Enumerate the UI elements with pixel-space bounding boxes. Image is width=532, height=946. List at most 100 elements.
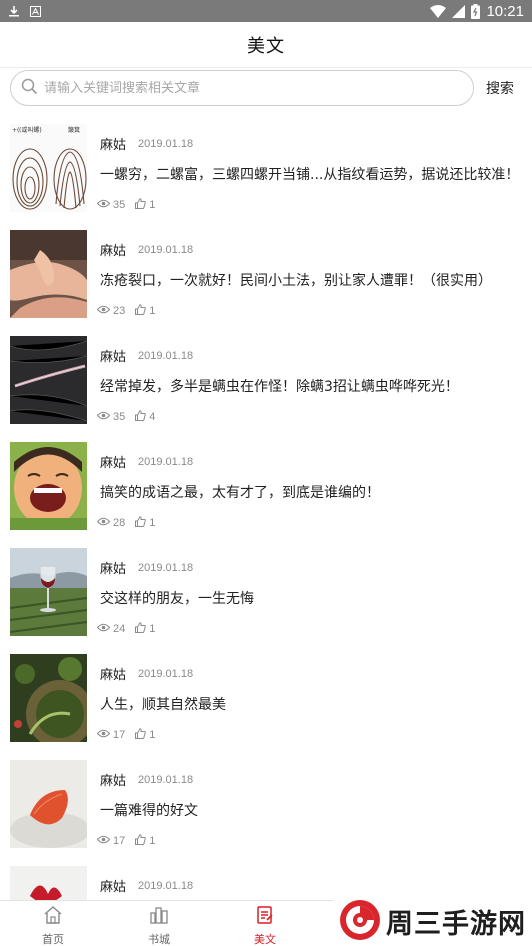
article-meta: 麻姑 2019.01.18 bbox=[100, 240, 194, 260]
home-icon bbox=[43, 905, 63, 929]
nav-articles-label: 美文 bbox=[254, 933, 276, 946]
article-stats: 23 1 bbox=[96, 304, 155, 318]
hair-thumbnail bbox=[10, 336, 87, 424]
article-meta: 麻姑 2019.01.18 bbox=[100, 134, 194, 154]
nav-bookstore[interactable]: 书城 bbox=[106, 901, 212, 946]
like-button[interactable]: 1 bbox=[135, 198, 155, 212]
article-date: 2019.01.18 bbox=[138, 561, 194, 574]
app-header: 美文 bbox=[0, 22, 532, 68]
eye-icon bbox=[96, 623, 111, 635]
article-title[interactable]: 交这样的朋友，一生无悔 bbox=[100, 588, 254, 608]
article-title[interactable]: 搞笑的成语之最，太有才了，到底是谁编的！ bbox=[100, 482, 380, 502]
article-author: 麻姑 bbox=[100, 668, 127, 683]
article-meta: 麻姑 2019.01.18 bbox=[100, 346, 194, 366]
article-date: 2019.01.18 bbox=[138, 243, 194, 256]
article-item[interactable]: 麻姑 2019.01.18 交这样的朋友，一生无悔 24 1 bbox=[0, 542, 532, 648]
nature-thumbnail bbox=[10, 654, 87, 742]
like-button[interactable]: 1 bbox=[135, 834, 155, 848]
article-meta: 麻姑 2019.01.18 bbox=[100, 452, 194, 472]
view-count: 24 bbox=[113, 623, 126, 635]
bookstore-icon bbox=[149, 905, 169, 929]
view-count: 17 bbox=[113, 835, 126, 847]
article-item[interactable]: 麻姑 2019.01.18 一篇难得的好文 17 1 bbox=[0, 754, 532, 860]
article-author: 麻姑 bbox=[100, 456, 127, 471]
like-button[interactable]: 1 bbox=[135, 304, 155, 318]
nav-home[interactable]: 首页 bbox=[0, 901, 106, 946]
nav-home-label: 首页 bbox=[42, 933, 64, 946]
wifi-icon bbox=[430, 4, 447, 18]
hands-thumbnail bbox=[10, 230, 87, 318]
laughing-child-thumbnail bbox=[10, 442, 87, 530]
article-author: 麻姑 bbox=[100, 562, 127, 577]
watermark: 周三手游网 bbox=[334, 897, 532, 946]
like-button[interactable]: 1 bbox=[135, 728, 155, 742]
article-item[interactable]: +( (或叫螺) 簸箕 麻姑 2019.01.18 一螺穷，二螺富，三螺四螺开当 bbox=[0, 118, 532, 224]
article-item[interactable]: 麻姑 2019.01.18 搞笑的成语之最，太有才了，到底是谁编的！ 28 1 bbox=[0, 436, 532, 542]
article-stats: 28 1 bbox=[96, 516, 155, 530]
article-meta: 麻姑 2019.01.18 bbox=[100, 558, 194, 578]
search-icon bbox=[21, 78, 38, 99]
article-item[interactable]: 麻姑 2019.01.18 人生，顺其自然最美 17 1 bbox=[0, 648, 532, 754]
battery-icon bbox=[471, 3, 481, 19]
red-flower-thumbnail bbox=[10, 866, 87, 900]
article-author: 麻姑 bbox=[100, 244, 127, 259]
article-date: 2019.01.18 bbox=[138, 879, 194, 892]
article-meta: 麻姑 2019.01.18 bbox=[100, 664, 194, 684]
thumbs-up-icon bbox=[135, 198, 146, 212]
article-title[interactable]: 冻疮裂口，一次就好！民间小土法，别让家人遭罪！（很实用） bbox=[100, 270, 492, 290]
svg-text:(或叫螺): (或叫螺) bbox=[19, 126, 42, 134]
article-item[interactable]: 麻姑 2019.01.18 bbox=[0, 860, 532, 900]
status-bar: 10:21 bbox=[0, 0, 532, 22]
like-button[interactable]: 1 bbox=[135, 516, 155, 530]
search-row: 搜索 bbox=[0, 68, 532, 108]
like-count: 4 bbox=[149, 411, 156, 423]
article-date: 2019.01.18 bbox=[138, 667, 194, 680]
article-author: 麻姑 bbox=[100, 350, 127, 365]
thumbs-up-icon bbox=[135, 516, 146, 530]
svg-text:簸箕: 簸箕 bbox=[68, 126, 80, 134]
thumbs-up-icon bbox=[135, 410, 146, 424]
thumbs-up-icon bbox=[135, 622, 146, 636]
article-date: 2019.01.18 bbox=[138, 349, 194, 362]
search-button[interactable]: 搜索 bbox=[486, 78, 514, 98]
article-title[interactable]: 一篇难得的好文 bbox=[100, 800, 198, 820]
thumbs-up-icon bbox=[135, 304, 146, 318]
article-icon bbox=[255, 905, 275, 929]
article-item[interactable]: 麻姑 2019.01.18 冻疮裂口，一次就好！民间小土法，别让家人遭罪！（很实… bbox=[0, 224, 532, 330]
like-button[interactable]: 4 bbox=[135, 410, 155, 424]
article-date: 2019.01.18 bbox=[138, 455, 194, 468]
eye-icon bbox=[96, 411, 111, 423]
article-title[interactable]: 人生，顺其自然最美 bbox=[100, 694, 226, 714]
fingerprint-thumbnail: +( (或叫螺) 簸箕 bbox=[10, 124, 87, 212]
view-count: 28 bbox=[113, 517, 126, 529]
like-button[interactable]: 1 bbox=[135, 622, 155, 636]
article-title[interactable]: 一螺穷，二螺富，三螺四螺开当铺...从指纹看运势，据说还比较准！ bbox=[100, 164, 519, 184]
article-date: 2019.01.18 bbox=[138, 773, 194, 786]
article-stats: 17 1 bbox=[96, 728, 155, 742]
download-icon bbox=[8, 5, 20, 17]
article-date: 2019.01.18 bbox=[138, 137, 194, 150]
article-stats: 35 1 bbox=[96, 198, 155, 212]
view-count: 35 bbox=[113, 199, 126, 211]
notification-a-icon bbox=[30, 5, 41, 17]
search-input[interactable] bbox=[44, 80, 444, 96]
nav-articles[interactable]: 美文 bbox=[212, 901, 318, 946]
swirl-logo bbox=[338, 898, 382, 946]
like-count: 1 bbox=[149, 623, 156, 635]
wine-glass-thumbnail bbox=[10, 548, 87, 636]
article-stats: 35 4 bbox=[96, 410, 155, 424]
like-count: 1 bbox=[149, 729, 156, 741]
flower-petal-thumbnail bbox=[10, 760, 87, 848]
eye-icon bbox=[96, 729, 111, 741]
view-count: 17 bbox=[113, 729, 126, 741]
article-item[interactable]: 麻姑 2019.01.18 经常掉发，多半是螨虫在作怪！除螨3招让螨虫哗哗死光！… bbox=[0, 330, 532, 436]
status-time: 10:21 bbox=[486, 2, 524, 20]
article-author: 麻姑 bbox=[100, 138, 127, 153]
article-title[interactable]: 经常掉发，多半是螨虫在作怪！除螨3招让螨虫哗哗死光！ bbox=[100, 376, 459, 396]
article-author: 麻姑 bbox=[100, 774, 127, 789]
thumbs-up-icon bbox=[135, 728, 146, 742]
article-stats: 17 1 bbox=[96, 834, 155, 848]
like-count: 1 bbox=[149, 305, 156, 317]
view-count: 35 bbox=[113, 411, 126, 423]
search-box[interactable] bbox=[10, 70, 474, 106]
